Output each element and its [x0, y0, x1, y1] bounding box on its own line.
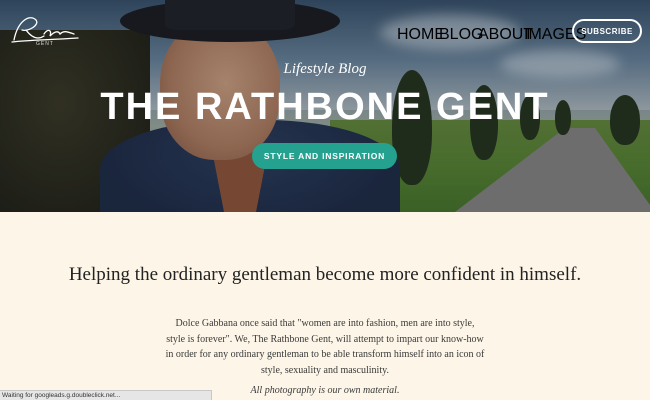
style-inspiration-button[interactable]: STYLE AND INSPIRATION [252, 143, 397, 169]
main-headline: Helping the ordinary gentleman become mo… [68, 264, 582, 285]
intro-paragraph: Dolce Gabbana once said that "women are … [165, 318, 485, 376]
hero-title: THE RATHBONE GENT [100, 86, 550, 128]
logo-subtext: GENT [36, 41, 54, 47]
hero-banner: GENT HOME BLOG ABOUT IMAGES SUBSCRIBE Li… [0, 0, 650, 212]
site-logo[interactable]: GENT [8, 10, 80, 50]
nav-item-blog[interactable]: BLOG [439, 26, 483, 44]
browser-status-bar: Waiting for googleads.g.doubleclick.net.… [0, 390, 212, 400]
hero-tagline: Lifestyle Blog [283, 61, 367, 77]
nav-item-home[interactable]: HOME [397, 26, 445, 44]
subscribe-button[interactable]: SUBSCRIBE [572, 19, 642, 43]
